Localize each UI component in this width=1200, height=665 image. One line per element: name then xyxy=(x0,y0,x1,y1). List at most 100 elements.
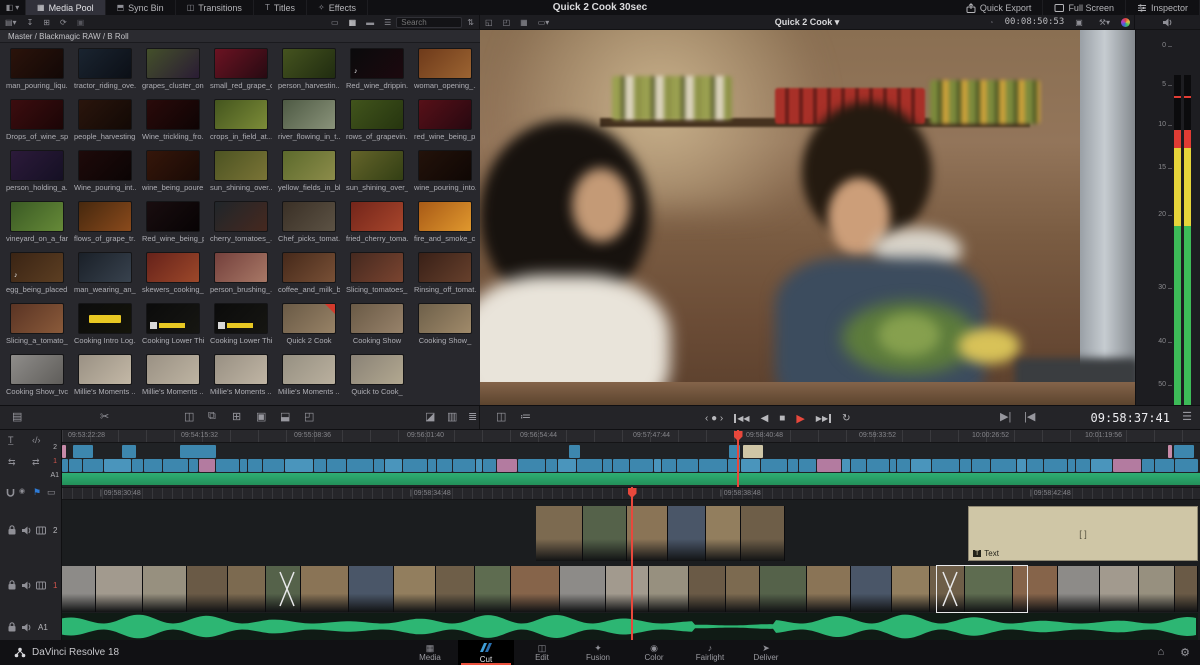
video2-clip[interactable] xyxy=(536,506,785,561)
audio-track-header[interactable]: A1 xyxy=(0,622,62,632)
transition-icon[interactable]: ◪ xyxy=(425,410,435,423)
media-clip[interactable]: Millie's Moments ... xyxy=(142,354,204,396)
panel-layout-toggle[interactable]: ◧ ▾ xyxy=(0,0,26,15)
media-clip[interactable]: Red_wine_being_p... xyxy=(142,201,204,243)
overview-clip[interactable] xyxy=(240,459,247,472)
new-bin-icon[interactable]: ⊞ xyxy=(43,15,50,30)
marker-icon[interactable]: ◉ xyxy=(19,487,25,495)
track2-header[interactable]: 2 xyxy=(0,525,62,535)
overview-clip[interactable] xyxy=(1174,445,1194,458)
overview-clip[interactable] xyxy=(851,459,866,472)
flag-icon[interactable]: ⚑ xyxy=(33,487,41,498)
mute-icon[interactable] xyxy=(22,580,31,590)
overview-clip[interactable] xyxy=(1027,459,1043,472)
overview-clip[interactable] xyxy=(1113,459,1141,472)
loop-icon[interactable]: ↻ xyxy=(842,413,850,424)
overview-clip[interactable] xyxy=(569,445,580,458)
overview-clip[interactable] xyxy=(518,459,545,472)
media-clip[interactable]: Quick to Cook_ xyxy=(346,354,408,396)
page-tab-edit[interactable]: ◫ Edit xyxy=(514,640,570,665)
color-wheel-icon[interactable] xyxy=(1121,17,1130,27)
media-clip[interactable]: Cooking Show_ xyxy=(414,303,476,345)
overview-clip[interactable] xyxy=(699,459,727,472)
overview-clip[interactable] xyxy=(403,459,427,472)
clip-color-icon[interactable]: ▭ xyxy=(47,487,56,498)
overview-clip[interactable] xyxy=(163,459,188,472)
media-clip[interactable]: ♪ Red_wine_drippin... xyxy=(346,48,408,90)
overview-clip[interactable] xyxy=(476,459,482,472)
overview-clip[interactable] xyxy=(132,459,143,472)
ripple-left-icon[interactable]: ⇆ xyxy=(8,457,16,468)
lock-icon[interactable] xyxy=(7,525,17,535)
title-clip[interactable]: [ ] T Text xyxy=(968,506,1198,561)
overview-clip[interactable] xyxy=(1142,459,1154,472)
overview-clip[interactable] xyxy=(558,459,576,472)
overview-clip[interactable] xyxy=(577,459,602,472)
media-clip[interactable]: Slicing_a_tomato_... xyxy=(6,303,68,345)
play-icon[interactable]: ▶ xyxy=(796,412,804,425)
mute-icon[interactable] xyxy=(22,622,31,632)
snapping-magnet-icon[interactable] xyxy=(6,488,16,498)
timeline-ruler-overview[interactable]: 09:53:22:28 09:54:15:32 09:55:08:36 09:56:0… xyxy=(62,430,1200,443)
inspector-button[interactable]: Inspector xyxy=(1126,0,1200,15)
menu-effects[interactable]: ✧ Effects xyxy=(307,0,369,15)
media-clip[interactable]: Quick 2 Cook xyxy=(278,303,340,345)
overview-clip[interactable] xyxy=(189,459,198,472)
media-clip[interactable]: fried_cherry_toma... xyxy=(346,201,408,243)
settings-gear-icon[interactable]: ⚙ xyxy=(1180,646,1190,659)
overview-clip[interactable] xyxy=(1068,459,1075,472)
media-clip[interactable]: Cooking Intro Log... xyxy=(74,303,136,345)
breadcrumb[interactable]: Master / Blackmagic RAW / B Roll xyxy=(0,30,480,43)
overview-clip[interactable] xyxy=(1168,445,1172,458)
prev-edit-icon[interactable]: |◀ xyxy=(1024,410,1035,423)
overview-clip[interactable] xyxy=(437,459,452,472)
sort-icon[interactable]: ⇅ xyxy=(467,15,474,30)
overview-clip[interactable] xyxy=(62,445,66,458)
project-manager-icon[interactable]: ⌂ xyxy=(1157,646,1164,659)
transition-marker-icon[interactable] xyxy=(279,566,295,612)
overview-clip[interactable] xyxy=(613,459,629,472)
media-clip[interactable]: sun_shining_over... xyxy=(210,150,272,192)
sync-clips-icon[interactable]: ⟳ xyxy=(60,15,67,30)
overview-clip[interactable] xyxy=(960,459,971,472)
overview-clip[interactable] xyxy=(263,459,284,472)
mute-icon[interactable] xyxy=(22,525,31,535)
go-to-start-icon[interactable]: ◀◀ xyxy=(734,414,750,423)
overview-clip[interactable] xyxy=(1091,459,1112,472)
media-clip[interactable]: man_pouring_liqu... xyxy=(6,48,68,90)
page-tab-fairlight[interactable]: ♪ Fairlight xyxy=(682,640,738,665)
strip-view-icon[interactable]: ▬ xyxy=(366,15,374,30)
overview-clip[interactable] xyxy=(603,459,612,472)
boring-detector-icon[interactable]: ▥ xyxy=(447,410,457,423)
media-clip[interactable]: yellow_fields_in_bl... xyxy=(278,150,340,192)
overview-clip[interactable] xyxy=(62,459,68,472)
media-clip[interactable]: Cooking Show xyxy=(346,303,408,345)
overview-clip[interactable] xyxy=(630,459,653,472)
trim-tool-icon[interactable]: ‹/› xyxy=(32,435,41,445)
overview-clip[interactable] xyxy=(374,459,384,472)
camera-reframe-icon[interactable]: ▣ xyxy=(1075,15,1083,30)
camera-icon[interactable]: ▣ xyxy=(77,15,85,30)
media-clip[interactable]: skewers_cooking_... xyxy=(142,252,204,294)
media-clip[interactable]: Drops_of_wine_sp... xyxy=(6,99,68,141)
timeline-overview[interactable] xyxy=(62,443,1200,487)
overview-clip[interactable] xyxy=(428,459,436,472)
overview-clip[interactable] xyxy=(677,459,698,472)
overview-clip[interactable] xyxy=(248,459,262,472)
stop-icon[interactable]: ■ xyxy=(779,413,785,424)
tools-dropdown-icon[interactable]: ⚒▾ xyxy=(1099,15,1110,30)
overview-clip[interactable] xyxy=(483,459,496,472)
overview-clip[interactable] xyxy=(122,445,136,458)
overview-clip[interactable] xyxy=(1155,459,1174,472)
overview-clip[interactable] xyxy=(327,459,346,472)
overview-clip[interactable] xyxy=(911,459,931,472)
smart-insert-icon[interactable]: ◫ xyxy=(184,410,194,423)
menu-transitions[interactable]: ◫ Transitions xyxy=(176,0,254,15)
overview-clip[interactable] xyxy=(1044,459,1067,472)
overview-clip[interactable] xyxy=(83,459,103,472)
media-clip[interactable]: coffee_and_milk_b... xyxy=(278,252,340,294)
overview-clip[interactable] xyxy=(546,459,557,472)
media-clip[interactable]: man_wearing_an_... xyxy=(74,252,136,294)
overview-clip[interactable] xyxy=(842,459,850,472)
overview-clip[interactable] xyxy=(897,459,910,472)
